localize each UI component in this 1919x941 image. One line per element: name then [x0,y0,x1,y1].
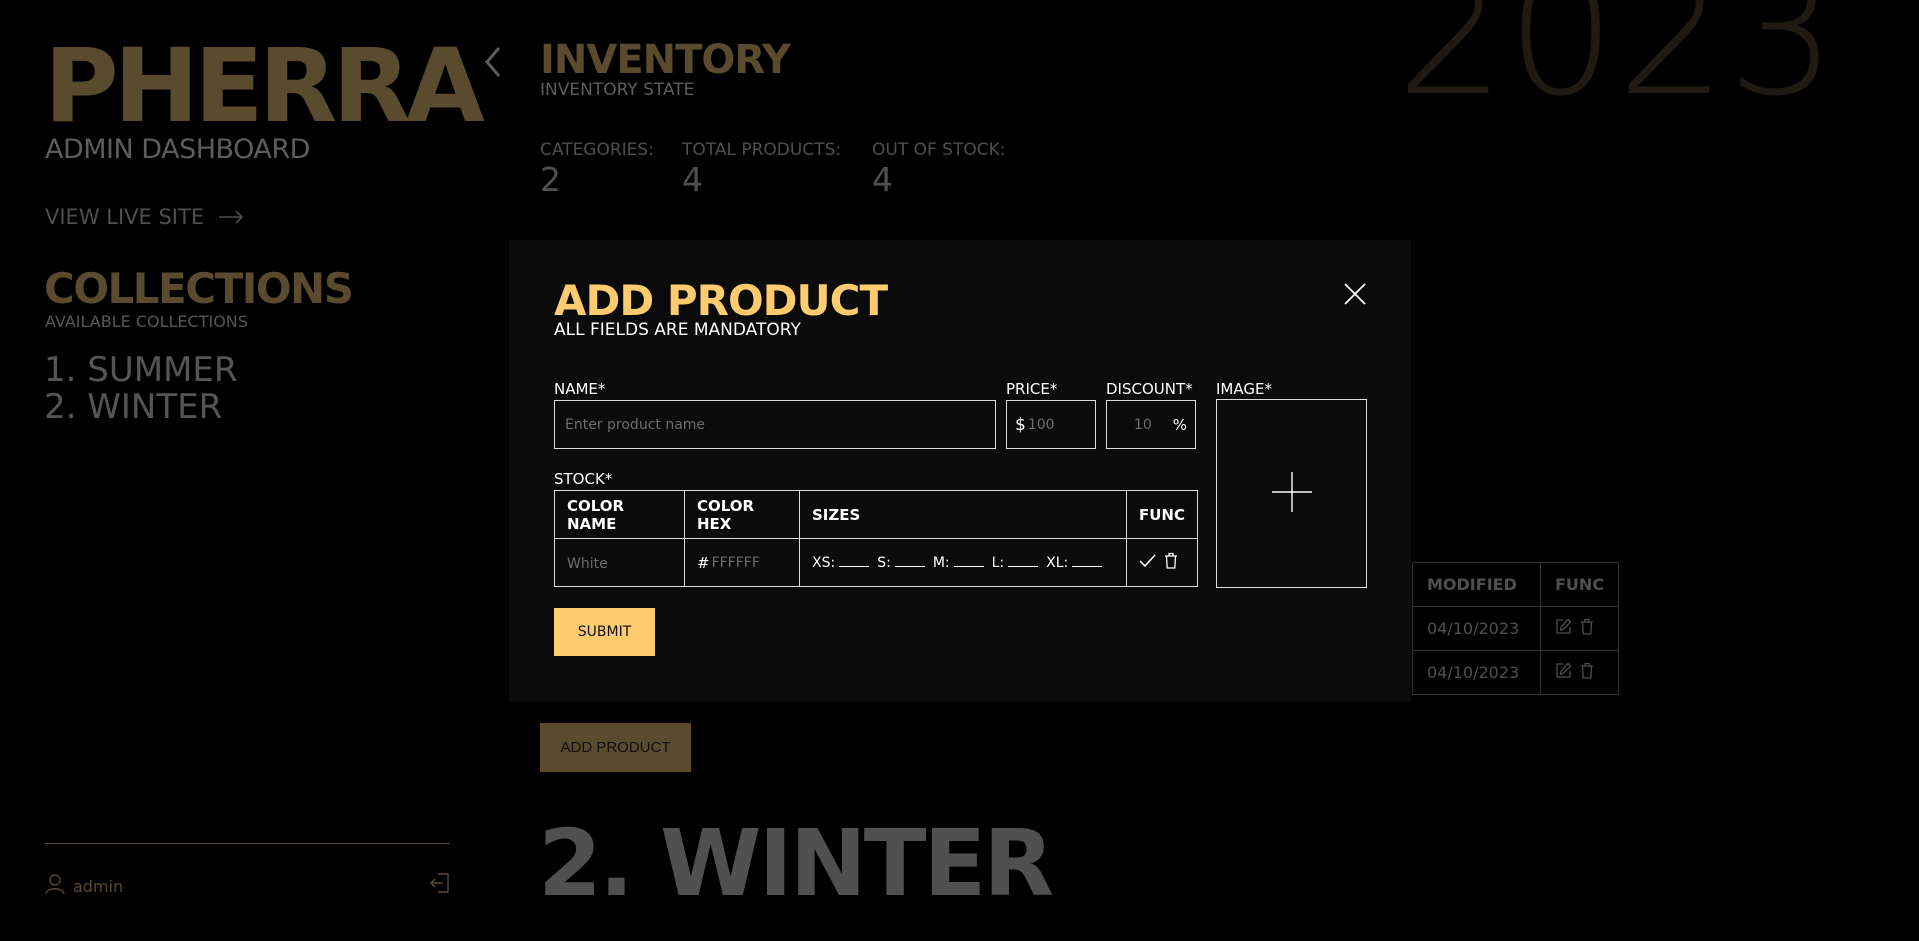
stat-label: TOTAL PRODUCTS: [682,140,842,160]
column-header-func: FUNC [1126,490,1198,539]
column-header-modified: MODIFIED [1412,562,1541,607]
price-input[interactable] [1025,401,1095,448]
products-table: MODIFIED FUNC 04/10/2023 04/10/2023 [1412,562,1620,695]
sidebar: PHERRA ADMIN DASHBOARD VIEW LIVE SITE CO… [0,0,492,941]
size-label: L: [991,554,1005,571]
size-xl: XL: [1046,554,1103,571]
year-watermark: 2023 [1396,0,1838,134]
size-label: M: [932,554,950,571]
stat-label: OUT OF STOCK: [872,140,1006,160]
modal-title: ADD PRODUCT [554,276,888,325]
arrow-right-icon [218,205,244,229]
table-row: 04/10/2023 [1412,650,1620,695]
sidebar-divider [45,843,450,844]
size-label: XS: [812,554,836,571]
edit-icon[interactable] [1555,618,1572,639]
logout-icon[interactable] [430,872,450,898]
collections-list: 1. SUMMER 2. WINTER [44,352,238,426]
discount-input[interactable] [1107,401,1173,448]
view-live-site-link[interactable]: VIEW LIVE SITE [45,205,244,229]
size-l-input[interactable] [1008,555,1039,567]
product-name-input[interactable] [555,401,995,448]
stock-table: COLOR NAME COLOR HEX SIZES FUNC # XS: S:… [554,490,1198,587]
size-m-input[interactable] [953,555,984,567]
sizes-cell: XS: S: M: L: XL: [799,538,1127,587]
table-header-row: MODIFIED FUNC [1412,562,1620,607]
size-s-input[interactable] [894,555,925,567]
size-label: S: [877,554,891,571]
color-name-input[interactable] [567,556,672,572]
size-m: M: [933,555,984,571]
size-s: S: [877,555,925,571]
color-name-cell [554,538,685,587]
size-l: L: [992,555,1039,571]
size-label: XL: [1046,554,1069,571]
stock-input-row: # XS: S: M: L: XL: [554,538,1198,587]
trash-icon[interactable] [1164,552,1178,573]
func-cell [1539,650,1620,695]
stat-categories: CATEGORIES: 2 [540,140,654,198]
modified-cell: 04/10/2023 [1412,650,1541,695]
stat-out-of-stock: OUT OF STOCK: 4 [872,140,1005,198]
stat-label: CATEGORIES: [540,140,654,160]
page-title: INVENTORY [540,37,791,83]
image-label: IMAGE* [1216,380,1272,398]
percent-symbol: % [1172,415,1187,434]
brand-subtitle: ADMIN DASHBOARD [45,134,310,165]
trash-icon[interactable] [1580,662,1594,683]
user-icon [45,873,65,899]
column-header-func: FUNC [1539,562,1620,607]
submit-button[interactable]: SUBMIT [554,608,655,656]
stat-value: 2 [540,160,561,199]
close-icon[interactable] [1343,282,1367,306]
user-profile[interactable]: admin [45,873,123,899]
collection-item-winter[interactable]: 2. WINTER [44,389,238,426]
hex-prefix: # [697,553,710,572]
check-icon[interactable] [1139,553,1156,572]
trash-icon[interactable] [1580,618,1594,639]
price-label: PRICE* [1006,380,1058,398]
stat-value: 4 [682,160,703,199]
discount-label: DISCOUNT* [1106,380,1193,398]
size-xs: XS: [812,554,870,571]
add-product-modal: ADD PRODUCT ALL FIELDS ARE MANDATORY NAM… [509,240,1411,702]
name-field-box [554,400,996,449]
column-header-sizes: SIZES [799,490,1127,539]
collections-subtitle: AVAILABLE COLLECTIONS [45,312,248,331]
username: admin [73,876,124,896]
discount-field-box: % [1106,400,1196,449]
stock-label: STOCK* [554,470,613,488]
func-cell [1539,606,1620,651]
column-header-color-name: COLOR NAME [554,490,685,539]
size-xl-input[interactable] [1072,555,1103,567]
stat-total-products: TOTAL PRODUCTS: 4 [682,140,841,198]
stock-header-row: COLOR NAME COLOR HEX SIZES FUNC [554,490,1198,539]
brand-logo: PHERRA [44,27,485,146]
view-live-site-label: VIEW LIVE SITE [45,205,205,229]
image-upload-box[interactable] [1216,399,1367,588]
section-title-winter: 2. WINTER [538,810,1054,917]
collection-item-summer[interactable]: 1. SUMMER [44,352,238,389]
edit-icon[interactable] [1555,662,1572,683]
currency-symbol: $ [1015,414,1026,435]
stat-value: 4 [872,160,893,199]
func-cell [1126,538,1198,587]
chevron-left-icon[interactable] [484,46,502,82]
page-subtitle: INVENTORY STATE [540,80,695,100]
plus-icon [1271,471,1313,517]
column-header-color-hex: COLOR HEX [684,490,800,539]
modified-cell: 04/10/2023 [1412,606,1541,651]
color-hex-cell: # [684,538,800,587]
modal-subtitle: ALL FIELDS ARE MANDATORY [554,320,801,340]
collections-title: COLLECTIONS [44,264,354,313]
add-product-button[interactable]: ADD PRODUCT [540,723,691,772]
color-hex-input[interactable] [709,554,780,571]
price-field-box: $ [1006,400,1096,449]
table-row: 04/10/2023 [1412,606,1620,651]
size-xs-input[interactable] [839,555,870,567]
name-label: NAME* [554,380,606,398]
